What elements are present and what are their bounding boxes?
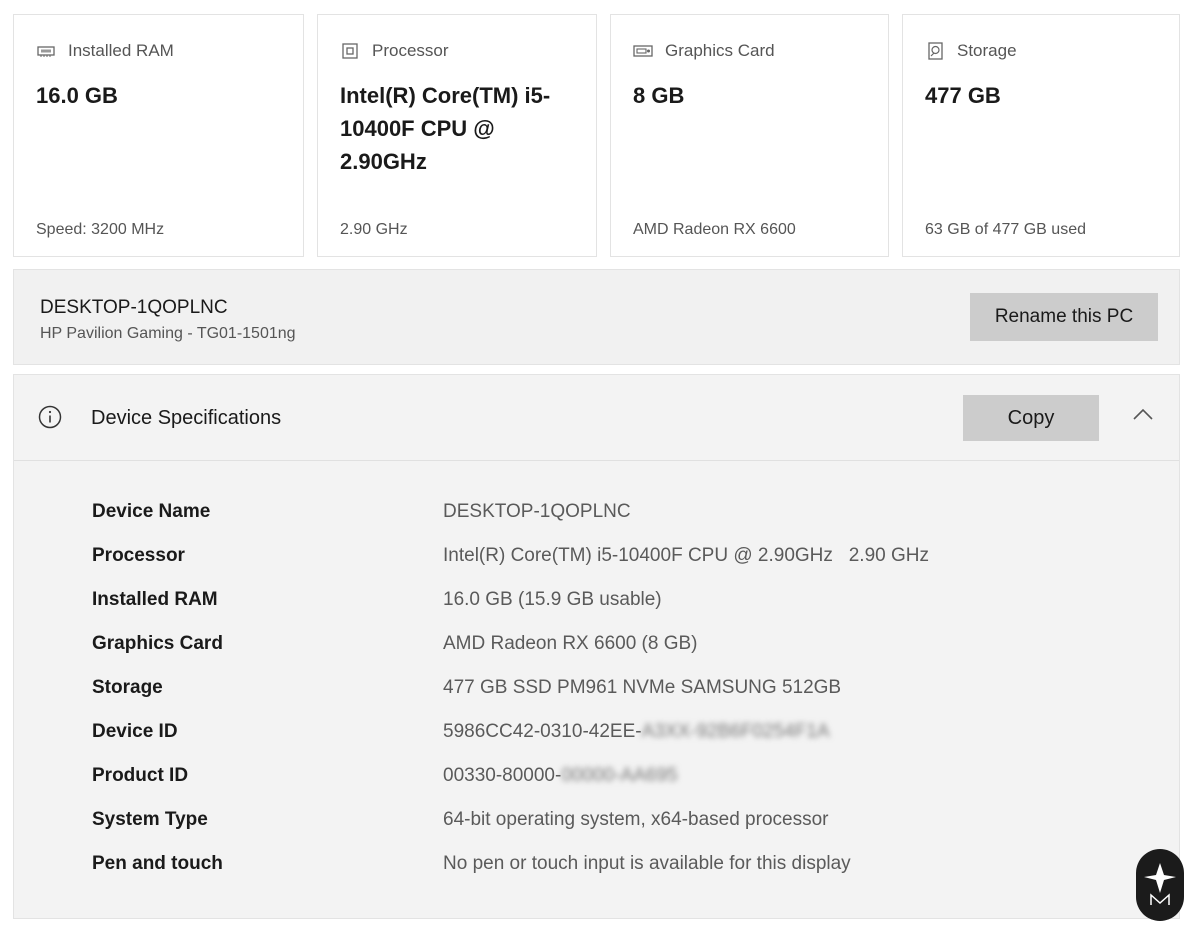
device-specifications-title: Device Specifications (91, 407, 282, 429)
card-label: Storage (957, 41, 1017, 60)
spec-value: No pen or touch input is available for t… (443, 853, 851, 875)
card-footer: 2.90 GHz (340, 221, 408, 238)
installed-ram-card: Installed RAM 16.0 GB Speed: 3200 MHz (13, 14, 304, 257)
spec-value-text: Intel(R) Core(TM) i5-10400F CPU @ 2.90GH… (443, 545, 929, 566)
pc-name-bar: DESKTOP-1QOPLNC HP Pavilion Gaming - TG0… (13, 269, 1180, 365)
spec-value: 477 GB SSD PM961 NVMe SAMSUNG 512GB (443, 677, 841, 699)
storage-card: Storage 477 GB 63 GB of 477 GB used (902, 14, 1180, 257)
spec-value: DESKTOP-1QOPLNC (443, 501, 631, 523)
card-value: 8 GB (633, 83, 685, 108)
spec-row: Pen and touch No pen or touch input is av… (14, 853, 1179, 883)
spec-value: 16.0 GB (15.9 GB usable) (443, 589, 662, 611)
spec-value: Intel(R) Core(TM) i5-10400F CPU @ 2.90GH… (443, 545, 929, 567)
device-specifications-header[interactable]: Device Specifications Copy (14, 375, 1179, 461)
graphics-card-icon (633, 45, 653, 57)
watermark-logo-icon (1144, 863, 1176, 905)
spec-value-text: 16.0 GB (15.9 GB usable) (443, 589, 662, 610)
graphics-card-card: Graphics Card 8 GB AMD Radeon RX 6600 (610, 14, 889, 257)
device-specifications-panel: Device Specifications Copy Device Name DE… (13, 374, 1180, 919)
spec-row: System Type 64-bit operating system, x64-… (14, 809, 1179, 839)
processor-card: Processor Intel(R) Core(TM) i5-10400F CP… (317, 14, 597, 257)
card-value: Intel(R) Core(TM) i5-10400F CPU @ 2.90GH… (340, 83, 551, 174)
spec-value-text: DESKTOP-1QOPLNC (443, 501, 631, 522)
spec-label: Pen and touch (92, 853, 223, 874)
spec-value-text: 00330-80000- (443, 765, 562, 786)
spec-value-text: No pen or touch input is available for t… (443, 853, 851, 874)
card-footer: AMD Radeon RX 6600 (633, 221, 796, 238)
copy-button[interactable]: Copy (963, 395, 1099, 441)
spec-row: Product ID 00330-80000-00000-AA695 (14, 765, 1179, 795)
spec-value: 00330-80000-00000-AA695 (443, 765, 678, 787)
card-value: 16.0 GB (36, 83, 118, 108)
spec-label: Processor (92, 545, 185, 566)
spec-value-text: 64-bit operating system, x64-based proce… (443, 809, 829, 830)
spec-value: AMD Radeon RX 6600 (8 GB) (443, 633, 698, 655)
pc-model: HP Pavilion Gaming - TG01-1501ng (40, 325, 296, 342)
spec-label: Installed RAM (92, 589, 218, 610)
card-footer: 63 GB of 477 GB used (925, 221, 1086, 238)
spec-value: 64-bit operating system, x64-based proce… (443, 809, 828, 831)
spec-row: Processor Intel(R) Core(TM) i5-10400F CPU… (14, 545, 1179, 575)
card-label: Installed RAM (68, 41, 174, 60)
card-label: Processor (372, 41, 449, 60)
spec-value-text: 5986CC42-0310-42EE- (443, 721, 642, 742)
spec-row: Device ID 5986CC42-0310-42EE-A3XX-92B6F02… (14, 721, 1179, 751)
chevron-up-icon[interactable] (1132, 407, 1154, 421)
spec-label: Device Name (92, 501, 211, 522)
spec-label: Device ID (92, 721, 178, 742)
card-label: Graphics Card (665, 41, 775, 60)
spec-row: Installed RAM 16.0 GB (15.9 GB usable) (14, 589, 1179, 619)
storage-icon (928, 42, 943, 60)
spec-value-redacted: 00000-AA695 (561, 765, 678, 786)
spec-label: System Type (92, 809, 208, 830)
processor-icon (342, 43, 358, 59)
spec-label: Graphics Card (92, 633, 223, 654)
spec-label: Product ID (92, 765, 189, 786)
card-footer: Speed: 3200 MHz (36, 221, 165, 238)
spec-value-text: AMD Radeon RX 6600 (8 GB) (443, 633, 698, 654)
rename-pc-button[interactable]: Rename this PC (970, 293, 1158, 341)
spec-row: Storage 477 GB SSD PM961 NVMe SAMSUNG 512… (14, 677, 1179, 707)
card-value: 477 GB (925, 83, 1001, 108)
spec-value-text: 477 GB SSD PM961 NVMe SAMSUNG 512GB (443, 677, 842, 698)
spec-row: Graphics Card AMD Radeon RX 6600 (8 GB) (14, 633, 1179, 663)
watermark-badge (1136, 849, 1184, 921)
spec-value: 5986CC42-0310-42EE-A3XX-92B6F0254F1A (443, 721, 830, 743)
ram-icon (37, 46, 55, 57)
info-icon (38, 405, 62, 429)
spec-value-redacted: A3XX-92B6F0254F1A (641, 721, 830, 742)
pc-name: DESKTOP-1QOPLNC (40, 297, 228, 318)
spec-row: Device Name DESKTOP-1QOPLNC (14, 501, 1179, 531)
spec-label: Storage (92, 677, 163, 698)
